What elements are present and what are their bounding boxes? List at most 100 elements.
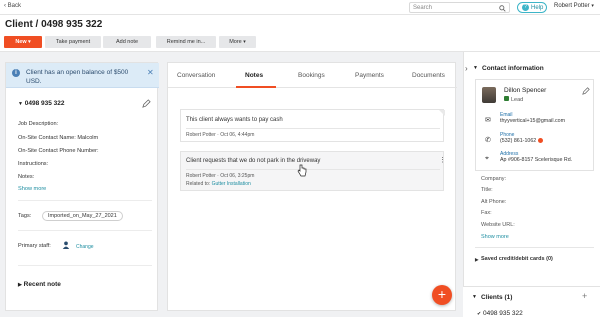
warning-icon [537,138,543,144]
new-button[interactable]: New ▾ [4,36,42,48]
alert-text: Client has an open balance of $500 USD. [26,69,129,85]
tag-pill[interactable]: Imported_on_May_27_2021 [42,211,123,221]
client-number-label: 0498 935 322 [483,310,523,317]
more-label: More [229,39,242,45]
add-note-fab[interactable]: + [432,285,452,305]
note-meta: Robert Potter · Oct 06, 3:25pm [186,173,255,179]
job-description-field: Job Description: [18,121,59,127]
phone-value[interactable]: (532) 861-1062 [500,138,543,144]
contact-name: Dillon Spencer [504,87,547,94]
phone-icon: ✆ [485,137,491,144]
add-client-icon[interactable]: + [582,291,587,301]
note-fold-icon [439,110,445,116]
note-date: Oct 06, 3:25pm [220,173,255,179]
contact-info-toggle[interactable]: ▼ Contact information [473,65,544,72]
clients-section: ▼ Clients (1) + ✔ 0498 935 322 [463,286,600,317]
tab-notes[interactable]: Notes [245,72,263,79]
contact-avatar [482,87,496,103]
address-value[interactable]: Ap #906-8157 Scelerisque Rd. [500,157,572,163]
pencil-icon[interactable] [142,99,151,108]
remind-me-button[interactable]: Remind me in... [156,36,216,48]
new-label: New [15,39,27,45]
related-link[interactable]: Gutter Installation [212,181,251,187]
take-payment-button[interactable]: Take payment [45,36,101,48]
clients-toggle[interactable]: ▼ Clients (1) [472,294,513,301]
status-badge: Lead [504,96,523,103]
tab-documents[interactable]: Documents [412,72,445,79]
caret-right-icon: ▶ [18,282,22,288]
email-value[interactable]: thyyvertical+15@gmail.com [500,118,565,124]
show-more-link[interactable]: Show more [481,234,509,240]
caret-down-icon: ▾ [243,39,246,45]
related-label: Related to: [186,181,211,187]
saved-cards-label: Saved credit/debit cards (0) [481,256,553,262]
onsite-phone-field: On-Site Contact Phone Number: [18,148,99,154]
location-pin-icon: ⌖ [485,155,489,162]
notes-field: Notes: [18,174,35,180]
divider [18,200,152,201]
back-label: Back [7,3,22,9]
recent-note-toggle[interactable]: ▶ Recent note [18,281,61,288]
note-related: Related to: Gutter Installation [186,181,251,187]
tab-payments[interactable]: Payments [355,72,384,79]
add-note-button[interactable]: Add note [103,36,151,48]
hand-cursor-icon [297,164,307,177]
user-menu[interactable]: Robert Potter ▾ [554,3,594,9]
question-icon: ? [522,4,529,11]
saved-cards-toggle[interactable]: ▶ Saved credit/debit cards (0) [475,256,553,262]
caret-down-icon: ▼ [473,65,478,71]
note-text: This client always wants to pay cash [186,117,283,123]
primary-staff-label: Primary staff: [18,243,51,249]
activity-panel: Conversation Notes Bookings Payments Doc… [167,62,457,311]
chevron-down-icon: ▾ [591,3,594,9]
user-name: Robert Potter [554,3,590,9]
clients-header: Clients (1) [481,294,513,301]
divider [18,230,152,231]
pencil-icon[interactable] [582,87,590,95]
page-header: Client / 0498 935 322 New ▾ Take payment… [0,15,600,52]
note-divider [186,128,440,129]
client-phone-toggle[interactable]: ▼ 0498 935 322 [18,100,65,107]
note-divider [186,169,440,170]
collapse-sidebar-icon[interactable]: › [465,64,468,73]
caret-down-icon: ▼ [18,101,23,107]
kebab-menu-icon[interactable]: ⋮ [439,156,446,164]
search-icon [499,5,506,12]
tab-bookings[interactable]: Bookings [298,72,325,79]
contact-info-header: Contact information [482,65,544,72]
client-number[interactable]: ✔ 0498 935 322 [477,310,523,317]
info-icon: i [12,69,20,77]
change-staff-link[interactable]: Change [76,244,94,250]
caret-right-icon: ▶ [475,257,479,262]
note-card[interactable]: Client requests that we do not park in t… [180,151,446,191]
help-button[interactable]: ? Help [517,2,547,13]
client-phone: 0498 935 322 [24,100,65,107]
mail-icon: ✉ [485,117,491,124]
search-placeholder: Search [413,5,433,11]
note-meta: Robert Potter · Oct 06, 4:44pm [186,132,255,138]
status-text: Lead [511,97,524,103]
alt-phone-field: Alt Phone: [481,199,507,205]
more-button[interactable]: More ▾ [219,36,256,48]
close-icon[interactable]: ✕ [147,68,154,77]
tab-bar: Conversation Notes Bookings Payments Doc… [168,63,457,88]
page-title: Client / 0498 935 322 [5,19,103,30]
flag-icon [504,96,509,101]
onsite-name-field: On-Site Contact Name: Malcolm [18,135,99,141]
active-tab-indicator [236,86,276,88]
note-author: Robert Potter [186,132,216,138]
note-date: Oct 06, 4:44pm [220,132,255,138]
website-field: Website URL: [481,222,515,228]
caret-down-icon: ▼ [472,294,477,300]
balance-alert: i Client has an open balance of $500 USD… [6,63,159,88]
recent-note-label: Recent note [23,281,61,288]
phone-number: (532) 861-1062 [500,138,537,144]
tags-label: Tags: [18,213,32,219]
show-more-link[interactable]: Show more [18,186,46,192]
note-card[interactable]: This client always wants to pay cash Rob… [180,109,445,142]
back-link[interactable]: ‹ Back [4,3,21,9]
chevron-left-icon: ‹ [4,3,6,9]
client-details-card: i Client has an open balance of $500 USD… [5,62,159,311]
tab-conversation[interactable]: Conversation [177,72,215,79]
search-input[interactable]: Search [409,2,510,13]
